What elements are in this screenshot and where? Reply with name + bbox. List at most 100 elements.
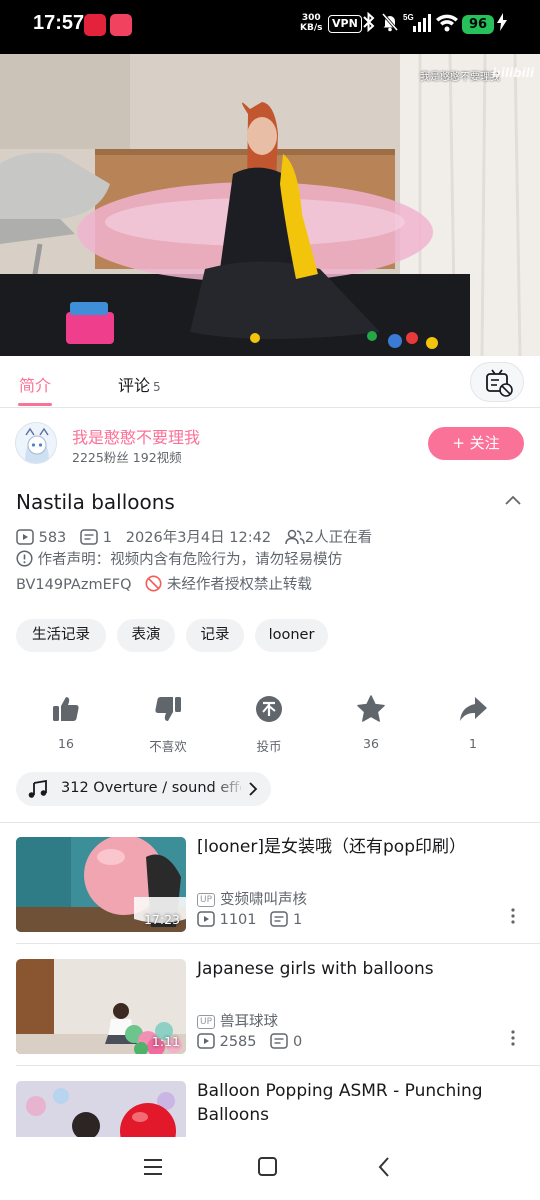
charging-icon	[497, 13, 507, 35]
star-icon	[357, 695, 385, 722]
share-count: 1	[469, 736, 477, 751]
danmaku-count: 1	[102, 530, 112, 546]
signal-5g-icon: 5G	[403, 12, 433, 41]
tag-item[interactable]: 记录	[186, 619, 244, 652]
watching-now: 2人正在看	[304, 530, 373, 546]
related-video-title[interactable]: Balloon Popping ASMR - Punching Balloons	[197, 1079, 517, 1127]
danmaku-count-icon	[80, 529, 98, 549]
related-video-title[interactable]: Japanese girls with balloons	[197, 957, 517, 981]
no-repost-icon	[145, 575, 162, 596]
svg-text:5G: 5G	[403, 13, 414, 22]
video-thumbnail[interactable]: 1:11	[16, 959, 186, 1054]
related-danmaku-count: 0	[292, 1034, 303, 1050]
danmaku-count-icon	[270, 911, 289, 928]
status-time: 17:57	[33, 12, 85, 34]
favorite-button[interactable]: 36	[336, 694, 406, 751]
tab-bar: 简介 评论 5	[0, 356, 540, 408]
no-repost-text: 未经作者授权禁止转载	[166, 577, 312, 593]
tab-intro[interactable]: 简介	[19, 372, 51, 396]
more-options-button[interactable]	[508, 1029, 518, 1047]
related-video-title[interactable]: [looner]是女装哦（还有pop印刷）	[197, 835, 517, 859]
tab-comments-label: 评论	[118, 376, 151, 395]
wifi-icon	[435, 12, 459, 39]
video-duration: 1:11	[151, 1034, 180, 1049]
related-video-item[interactable]: 17:23 [looner]是女装哦（还有pop印刷） UP 变频啸叫声核 110…	[0, 822, 540, 944]
video-title: Nastila balloons	[16, 490, 175, 514]
app-icon	[110, 14, 132, 36]
tab-comments[interactable]: 评论 5	[118, 372, 161, 396]
related-video-stats: 2585 0	[197, 1033, 302, 1050]
thumbs-down-icon	[155, 697, 181, 721]
share-icon	[460, 697, 487, 721]
author-notice-row: 作者声明：视频内含有危险行为，请勿轻易模仿	[16, 548, 342, 571]
back-button[interactable]	[368, 1149, 400, 1187]
author-notice: 作者声明：视频内含有危险行为，请勿轻易模仿	[37, 552, 343, 568]
like-button[interactable]: 16	[31, 694, 101, 751]
related-view-count: 2585	[219, 1034, 257, 1050]
danmaku-count-icon	[270, 1033, 289, 1050]
battery-icon: 96	[462, 15, 494, 34]
coin-icon	[256, 696, 282, 722]
play-count-icon	[197, 911, 215, 928]
coin-button[interactable]: 投币	[234, 694, 304, 755]
related-video-item[interactable]: 1:11 Japanese girls with balloons UP 兽耳球球…	[0, 944, 540, 1066]
share-button[interactable]: 1	[438, 694, 508, 751]
music-note-icon	[28, 780, 47, 798]
menu-button[interactable]	[136, 1149, 170, 1187]
video-thumbnail[interactable]: 17:23	[16, 837, 186, 932]
up-badge-icon: UP	[197, 893, 216, 907]
avatar-image	[16, 423, 56, 463]
network-speed: 300 KB/s	[300, 13, 323, 33]
danmaku-off-icon	[486, 369, 513, 397]
tab-comments-count: 5	[153, 380, 161, 394]
system-nav-bar	[0, 1137, 540, 1200]
more-vertical-icon	[511, 1030, 515, 1046]
bvid[interactable]: BV149PAzmEFQ	[16, 577, 131, 593]
favorite-count: 36	[363, 736, 379, 751]
tag-item[interactable]: 表演	[117, 619, 175, 652]
play-count-icon	[16, 529, 34, 549]
publish-date: 2026年3月4日 12:42	[125, 530, 272, 546]
app-icon	[84, 14, 106, 36]
thumbs-up-icon	[53, 697, 79, 721]
home-button[interactable]	[250, 1149, 286, 1187]
related-view-count: 1101	[219, 912, 257, 928]
video-stats-row: 583 1 2026年3月4日 12:42 2人正在看	[16, 526, 372, 549]
play-count-icon	[197, 1033, 215, 1050]
tag-item[interactable]: 生活记录	[16, 619, 106, 652]
related-danmaku-count: 1	[292, 912, 303, 928]
bgm-chip[interactable]: 312 Overture / sound effect	[16, 772, 271, 806]
related-video-uploader: UP 兽耳球球	[197, 1010, 278, 1031]
bluetooth-icon	[362, 11, 376, 39]
dislike-label: 不喜欢	[149, 739, 187, 754]
follow-button[interactable]: + 关注	[428, 427, 524, 460]
related-video-uploader: UP 变频啸叫声核	[197, 888, 307, 909]
chevron-right-icon	[249, 782, 258, 796]
uploader-stats: 2225粉丝 192视频	[72, 450, 182, 465]
more-vertical-icon	[511, 908, 515, 924]
collapse-button[interactable]	[502, 490, 524, 512]
video-frame	[0, 54, 540, 356]
related-uploader-name: 兽耳球球	[220, 1014, 279, 1030]
uploader-avatar[interactable]	[15, 422, 57, 464]
uploader-name[interactable]: 我是憨憨不要理我	[72, 424, 200, 448]
tab-indicator	[18, 403, 52, 406]
view-count: 583	[38, 530, 67, 546]
video-duration: 17:23	[143, 912, 180, 927]
warning-icon	[16, 550, 33, 571]
up-badge-icon: UP	[197, 1015, 216, 1029]
related-video-stats: 1101 1	[197, 911, 302, 928]
vpn-badge: VPN	[328, 15, 362, 33]
tag-item[interactable]: looner	[255, 619, 328, 652]
more-options-button[interactable]	[508, 907, 518, 925]
dislike-button[interactable]: 不喜欢	[133, 694, 203, 755]
bvid-row: BV149PAzmEFQ 未经作者授权禁止转载	[16, 573, 312, 596]
chevron-up-icon	[505, 495, 521, 505]
danmaku-toggle-button[interactable]	[470, 362, 524, 402]
coin-label: 投币	[256, 739, 282, 754]
mute-bell-icon	[381, 12, 399, 39]
status-bar: 17:57 300 KB/s VPN 5G 96	[0, 0, 540, 54]
video-player[interactable]: 我是憨憨不要理我 bilibili	[0, 54, 540, 356]
video-watermark: 我是憨憨不要理我	[420, 72, 500, 83]
like-count: 16	[58, 736, 74, 751]
